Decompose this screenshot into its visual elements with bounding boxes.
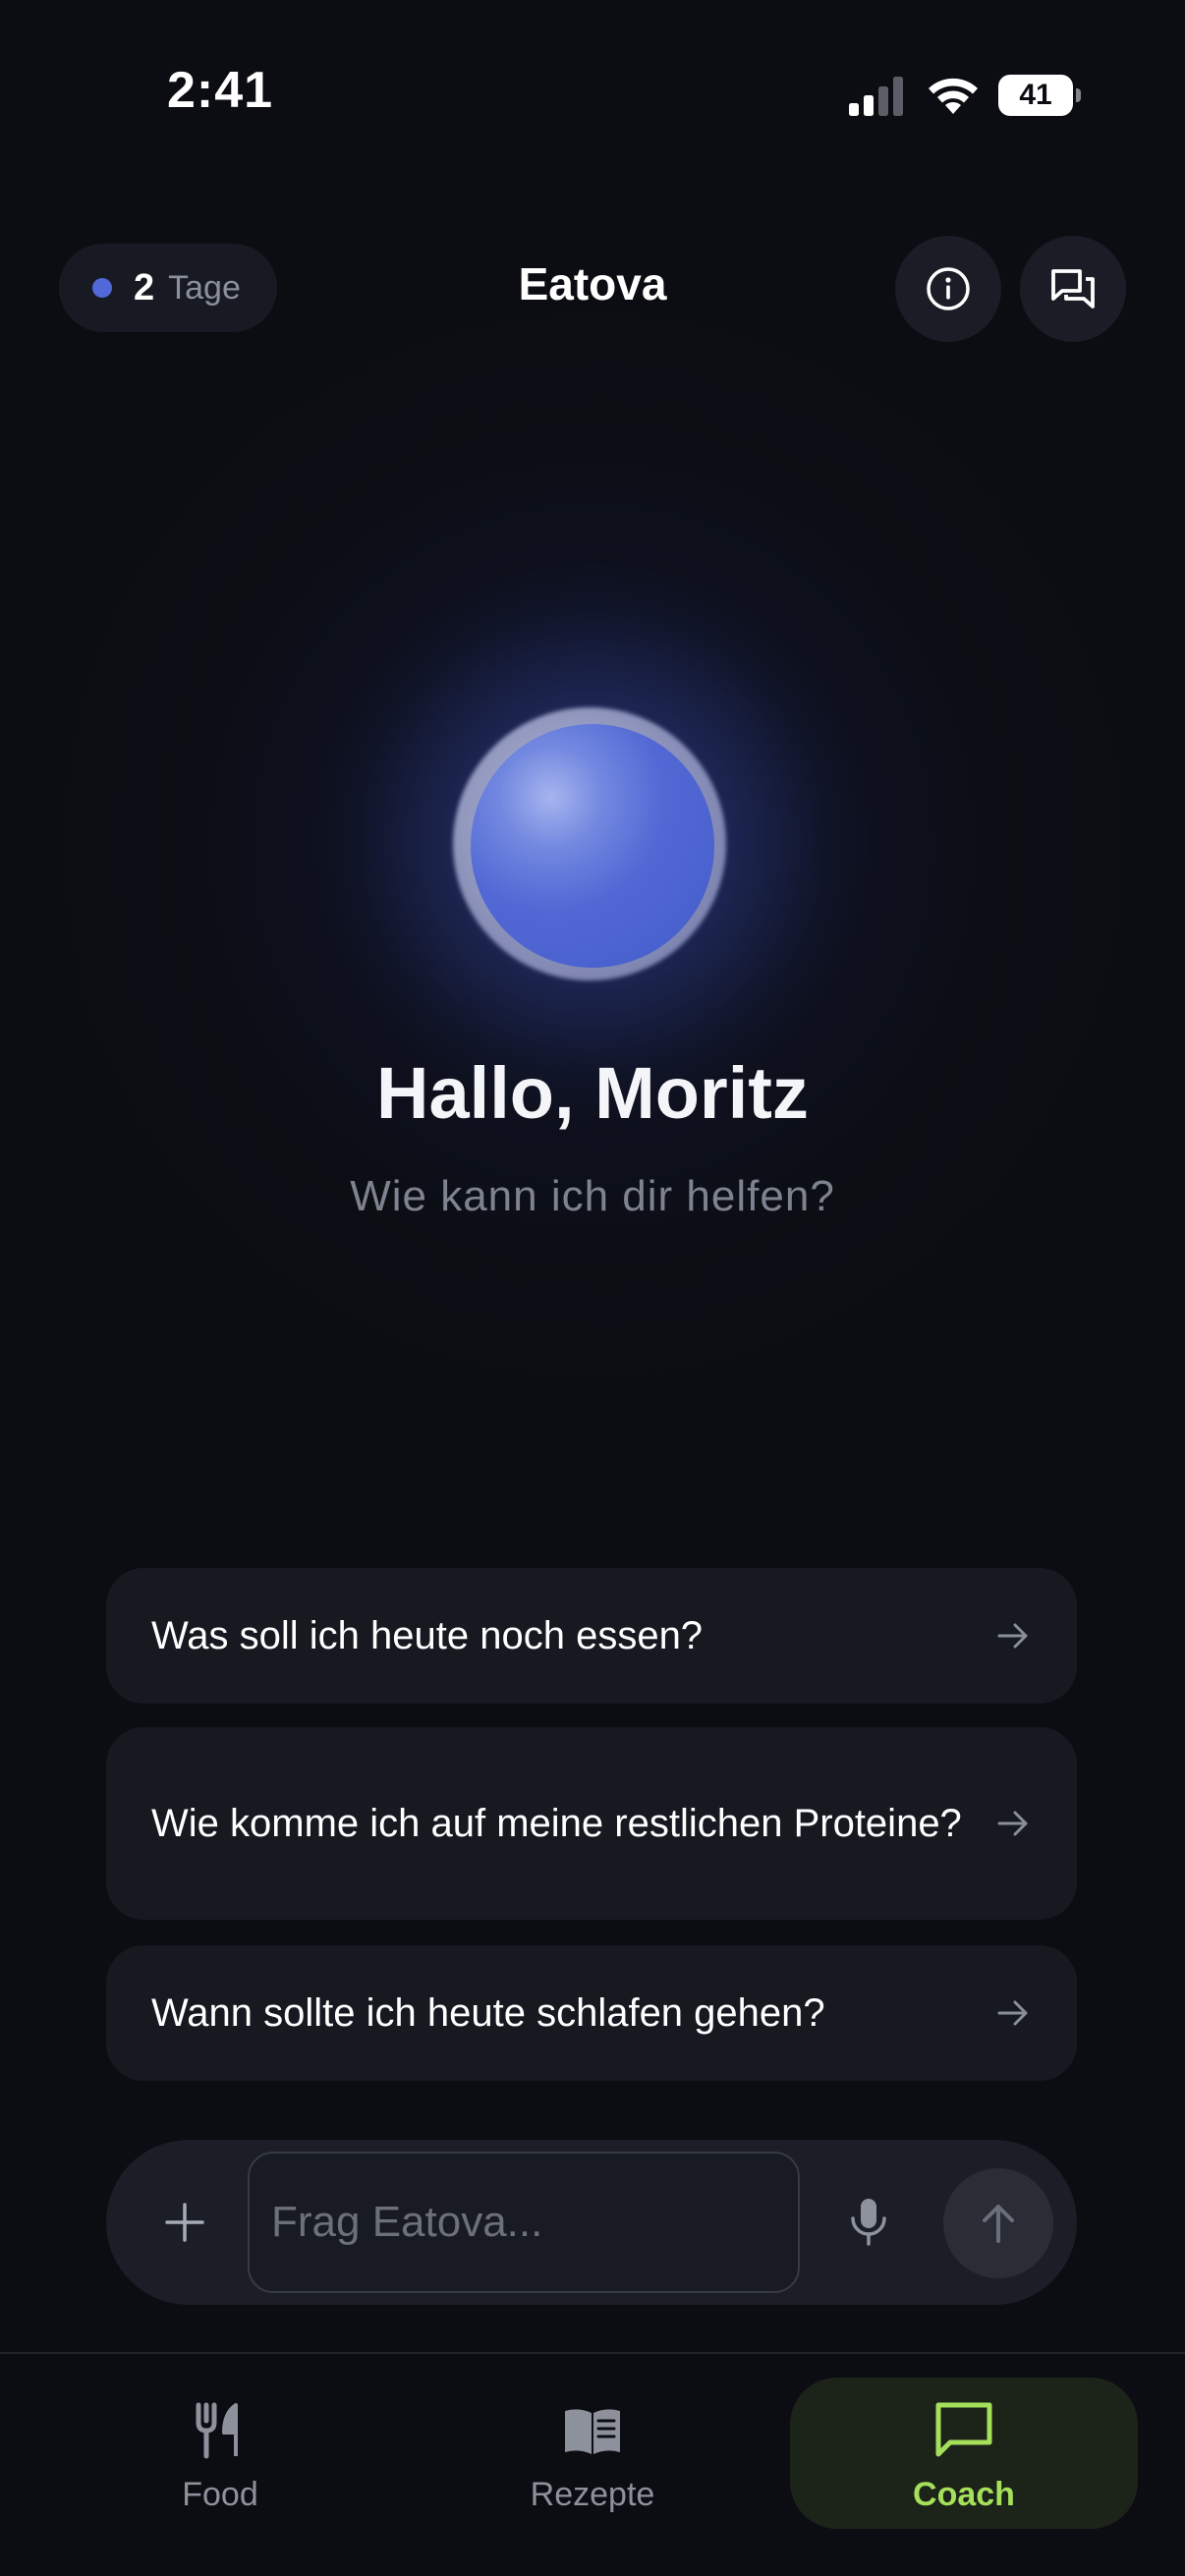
info-icon: [927, 267, 970, 310]
tab-coach[interactable]: Coach: [790, 2378, 1138, 2529]
fork-knife-icon: [196, 2402, 238, 2459]
suggestion-text: Was soll ich heute noch essen?: [151, 1614, 704, 1657]
battery-cap: [1076, 88, 1081, 102]
status-bar: 2:41 41: [0, 0, 1185, 187]
battery-level: 41: [998, 75, 1073, 116]
tab-bar-divider: [0, 2352, 1185, 2354]
battery-icon: 41: [998, 75, 1081, 116]
suggestion-text: Wann sollte ich heute schlafen gehen?: [151, 1991, 825, 2035]
streak-badge[interactable]: 2 Tage: [59, 244, 277, 332]
message-composer: [106, 2140, 1077, 2305]
tab-food[interactable]: Food: [122, 2378, 318, 2529]
tab-label: Food: [182, 2476, 258, 2513]
send-button[interactable]: [943, 2168, 1053, 2278]
coach-screen: 2:41 41 2 Tage Eatova Hallo, Moritz Wie …: [0, 0, 1185, 2576]
wifi-icon: [929, 78, 978, 114]
tab-label: Coach: [913, 2476, 1015, 2513]
chats-icon: [1051, 269, 1095, 308]
suggestion-text: Wie komme ich auf meine restlichen Prote…: [151, 1802, 962, 1845]
arrow-up-icon: [983, 2205, 1014, 2243]
book-icon: [565, 2409, 620, 2454]
message-input[interactable]: [248, 2152, 800, 2293]
status-time: 2:41: [167, 62, 274, 119]
greeting-subtitle: Wie kann ich dir helfen?: [350, 1172, 835, 1220]
streak-count: 2: [134, 266, 155, 308]
suggestion-chip[interactable]: Was soll ich heute noch essen?: [106, 1568, 1077, 1704]
app-title: Eatova: [518, 258, 667, 309]
cellular-signal-icon: [849, 77, 903, 116]
streak-label: Tage: [168, 268, 241, 307]
arrow-right-icon: [997, 1623, 1028, 1649]
tab-rezepte[interactable]: Rezepte: [472, 2378, 713, 2529]
microphone-icon: [851, 2199, 886, 2246]
arrow-right-icon: [997, 1811, 1028, 1836]
tab-label: Rezepte: [530, 2476, 655, 2513]
greeting-title: Hallo, Moritz: [376, 1052, 809, 1134]
attach-button[interactable]: [155, 2193, 214, 2252]
chat-history-button[interactable]: [1020, 236, 1126, 342]
orb-core: [471, 724, 714, 968]
suggestion-chip[interactable]: Wann sollte ich heute schlafen gehen?: [106, 1945, 1077, 2081]
info-button[interactable]: [895, 236, 1001, 342]
voice-input-button[interactable]: [837, 2191, 900, 2254]
plus-icon: [165, 2203, 204, 2242]
suggestion-chip[interactable]: Wie komme ich auf meine restlichen Prote…: [106, 1727, 1077, 1920]
streak-dot: [92, 278, 112, 298]
arrow-right-icon: [997, 2000, 1028, 2026]
chat-bubble-icon: [935, 2402, 992, 2457]
